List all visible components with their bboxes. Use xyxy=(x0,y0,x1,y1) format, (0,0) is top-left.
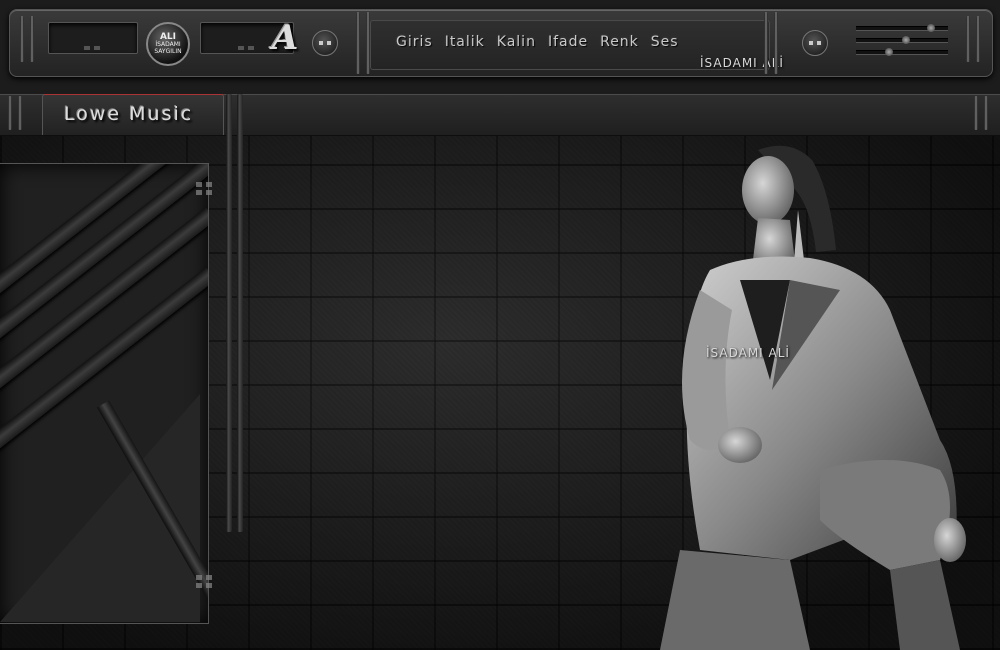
right-grip-handle-2[interactable] xyxy=(976,16,980,62)
left-content-panel xyxy=(0,163,209,624)
panel-corner-dots-top xyxy=(196,182,214,196)
round-dots-icon-right[interactable] xyxy=(802,30,828,56)
menu-item-ifade[interactable]: Ifade xyxy=(548,34,588,50)
slider-2[interactable] xyxy=(856,36,948,44)
logo-line1: ALI xyxy=(159,31,177,42)
menu-right-pillar-2 xyxy=(774,12,778,74)
watermark-top: İSADAMI ALİ xyxy=(700,56,784,70)
vertical-pillar-2 xyxy=(237,94,243,532)
watermark-center: İSADAMI ALİ xyxy=(706,346,790,360)
brand-letter-logo: A xyxy=(272,18,299,58)
left-grip-handle[interactable] xyxy=(20,16,24,62)
panel-corner-dots-bottom xyxy=(196,575,214,589)
slider-1-knob[interactable] xyxy=(927,24,936,32)
slider-1[interactable] xyxy=(856,24,948,32)
slider-2-knob[interactable] xyxy=(902,36,911,44)
logo-line3: SAYGILIN xyxy=(154,47,182,55)
tab-bar-grip-right-2 xyxy=(984,96,988,130)
vertical-pillar-1 xyxy=(226,94,232,532)
menu-item-renk[interactable]: Renk xyxy=(600,34,639,50)
tab-bar-grip-left xyxy=(8,96,12,130)
round-dots-icon[interactable] xyxy=(312,30,338,56)
tab-bar-grip-left-2 xyxy=(18,96,22,130)
main-menu: Giris Italik Kalin Ifade Renk Ses xyxy=(396,34,679,50)
menu-item-giris[interactable]: Giris xyxy=(396,34,433,50)
slider-3-knob[interactable] xyxy=(885,48,894,56)
slider-3[interactable] xyxy=(856,48,948,56)
logo-line2: İSADAMI xyxy=(155,40,181,48)
fashion-model-image xyxy=(660,145,966,650)
left-display xyxy=(48,22,138,54)
tab-label: Lowe Music xyxy=(64,103,194,125)
menu-item-italik[interactable]: Italik xyxy=(445,34,485,50)
left-grip-handle-2[interactable] xyxy=(30,16,34,62)
menu-item-ses[interactable]: Ses xyxy=(651,34,679,50)
menu-left-pillar xyxy=(356,12,360,74)
site-logo[interactable]: ALI İSADAMI SAYGILIN xyxy=(146,22,190,66)
tab-bar-grip-right xyxy=(974,96,978,130)
right-grip-handle[interactable] xyxy=(966,16,970,62)
menu-item-kalin[interactable]: Kalin xyxy=(497,34,536,50)
menu-right-pillar xyxy=(764,12,768,74)
